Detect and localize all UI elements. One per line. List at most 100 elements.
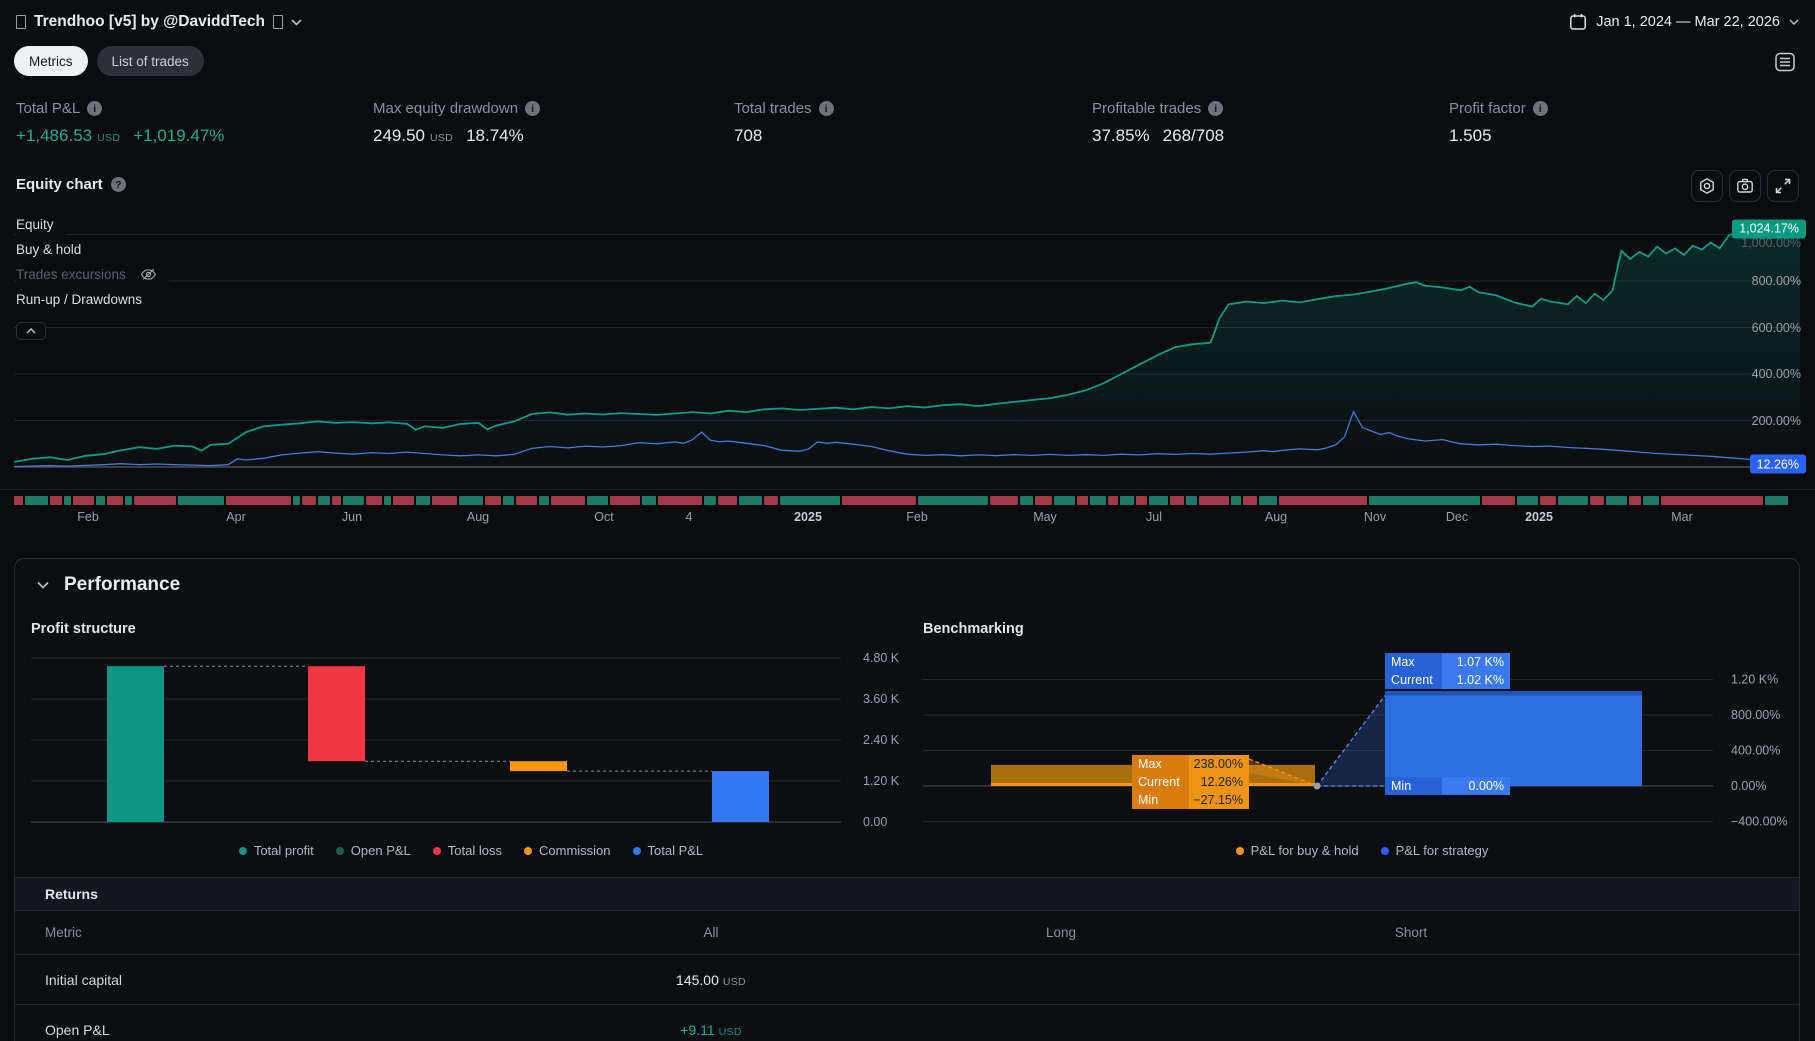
bar-total-profit[interactable] [107, 666, 164, 822]
performance-header[interactable]: Performance [37, 574, 180, 596]
svg-text:1.07 K%: 1.07 K% [1457, 655, 1504, 669]
chart-divider [0, 489, 1815, 490]
equity-chart-plot[interactable] [14, 212, 1802, 474]
trade-markers-strip [14, 496, 1788, 505]
legend-item-commission[interactable]: Commission [524, 843, 611, 858]
losing-trade-marker [658, 496, 702, 505]
bar-total-loss[interactable] [308, 666, 365, 761]
legend-item-total-p-l[interactable]: Total P&L [633, 843, 704, 858]
expand-icon [1774, 177, 1792, 195]
svg-text:4.80 K: 4.80 K [863, 651, 900, 665]
losing-trade-marker [1136, 496, 1148, 505]
chart-settings-button[interactable] [1691, 170, 1723, 202]
losing-trade-marker [842, 496, 916, 505]
equity-chart-legend: EquityBuy & holdTrades excursions Run-up… [16, 212, 169, 340]
row-metric-label: Initial capital [15, 972, 536, 988]
chevron-down-icon [1789, 19, 1799, 25]
returns-table: Metric All Long Short Initial capital 14… [15, 911, 1799, 1041]
svg-text:−27.15%: −27.15% [1193, 793, 1243, 807]
chart-fullscreen-button[interactable] [1767, 170, 1799, 202]
x-axis-label: 2025 [794, 510, 822, 524]
winning-trade-marker [642, 496, 656, 505]
info-icon[interactable]: i [87, 101, 102, 116]
winning-trade-marker [416, 496, 430, 505]
value-label-current: Current 1.02 K% [1385, 671, 1510, 689]
legend-item-p-l-for-buy-hold[interactable]: P&L for buy & hold [1236, 843, 1359, 858]
legend-item-total-loss[interactable]: Total loss [433, 843, 502, 858]
legend-dot [633, 847, 641, 855]
performance-title: Performance [64, 574, 180, 596]
svg-text:3.60 K: 3.60 K [863, 692, 900, 706]
legend-dot [1236, 847, 1244, 855]
tab-list-of-trades[interactable]: List of trades [97, 46, 204, 76]
legend-item-total-profit[interactable]: Total profit [239, 843, 314, 858]
legend-item-open-p-l[interactable]: Open P&L [336, 843, 411, 858]
winning-trade-marker [1090, 496, 1106, 505]
table-row-initial-capital[interactable]: Initial capital 145.00USD [15, 955, 1799, 1005]
returns-table-header: Metric All Long Short [15, 911, 1799, 955]
x-axis-label: May [1033, 510, 1057, 524]
eye-off-icon[interactable] [140, 267, 157, 282]
metric-label: Total tradesi [734, 100, 834, 117]
y-axis-label: 600.00% [1752, 321, 1801, 335]
metric-value: 37.85%268/708 [1092, 126, 1224, 146]
profit-structure-chart[interactable]: 4.80 K 3.60 K 2.40 K 1.20 K 0.00 [31, 647, 911, 839]
winning-trade-marker [1369, 496, 1480, 505]
y-axis-label: 400.00% [1752, 367, 1801, 381]
legend-item-equity[interactable]: Equity [16, 212, 66, 237]
benchmarking-chart[interactable]: 1.20 K% 800.00% 400.00% 0.00% −400.00% M… [923, 627, 1801, 839]
winning-trade-marker [318, 496, 330, 505]
svg-text:Min: Min [1138, 793, 1158, 807]
x-axis-label: Jun [342, 510, 362, 524]
info-icon[interactable]: i [525, 101, 540, 116]
info-icon[interactable]: i [1208, 101, 1223, 116]
winning-trade-marker [384, 496, 391, 505]
help-icon[interactable]: ? [111, 177, 126, 192]
losing-trade-marker [134, 496, 176, 505]
svg-text:0.00%: 0.00% [1731, 779, 1766, 793]
losing-trade-marker [551, 496, 586, 505]
winning-trade-marker [343, 496, 364, 505]
y-axis-label: 800.00% [1752, 274, 1801, 288]
winning-trade-marker [459, 496, 482, 505]
tab-metrics[interactable]: Metrics [14, 46, 88, 76]
svg-text:Max: Max [1138, 757, 1162, 771]
winning-trade-marker [780, 496, 840, 505]
losing-trade-marker [1170, 496, 1184, 505]
chart-snapshot-button[interactable] [1729, 170, 1761, 202]
col-metric: Metric [15, 925, 536, 940]
losing-trade-marker [485, 496, 501, 505]
losing-trade-marker [1108, 496, 1117, 505]
calendar-icon [1569, 13, 1587, 31]
legend-item-trades-excursions[interactable]: Trades excursions [16, 262, 169, 287]
losing-trade-marker [107, 496, 123, 505]
legend-item-p-l-for-strategy[interactable]: P&L for strategy [1381, 843, 1489, 858]
winning-trade-marker [704, 496, 716, 505]
date-range-picker[interactable]: Jan 1, 2024 — Mar 22, 2026 [1569, 13, 1799, 31]
legend-item-buy-hold[interactable]: Buy & hold [16, 237, 93, 262]
chevron-down-icon [37, 581, 49, 589]
losing-trade-marker [610, 496, 640, 505]
metric-label: Total P&Li [16, 100, 224, 117]
camera-icon [1736, 177, 1754, 195]
losing-trade-marker [393, 496, 414, 505]
layout-options-button[interactable] [1771, 48, 1799, 76]
equity-chart-toolbar [1691, 170, 1799, 202]
svg-text:0.00: 0.00 [863, 815, 887, 829]
svg-text:Max: Max [1391, 655, 1415, 669]
returns-section-header[interactable]: Returns [15, 877, 1799, 911]
legend-item-run-up-drawdowns[interactable]: Run-up / Drawdowns [16, 287, 154, 312]
bar-total-p-l[interactable] [712, 771, 769, 822]
strategy-title[interactable]: Trendhoo [v5] by @DaviddTech [16, 13, 302, 31]
bar-strategy[interactable] [1385, 696, 1642, 787]
buyhold-current-badge: 12.26% [1750, 455, 1806, 474]
table-row-open-pnl[interactable]: Open P&L +9.11USD [15, 1005, 1799, 1041]
chevron-down-icon[interactable] [291, 19, 302, 26]
header: Trendhoo [v5] by @DaviddTech Jan 1, 2024… [16, 9, 1799, 35]
svg-text:Current: Current [1391, 673, 1433, 687]
bar-commission[interactable] [510, 761, 567, 771]
info-icon[interactable]: i [1533, 101, 1548, 116]
svg-text:1.20 K: 1.20 K [863, 774, 900, 788]
collapse-chart-button[interactable] [16, 322, 46, 340]
info-icon[interactable]: i [819, 101, 834, 116]
